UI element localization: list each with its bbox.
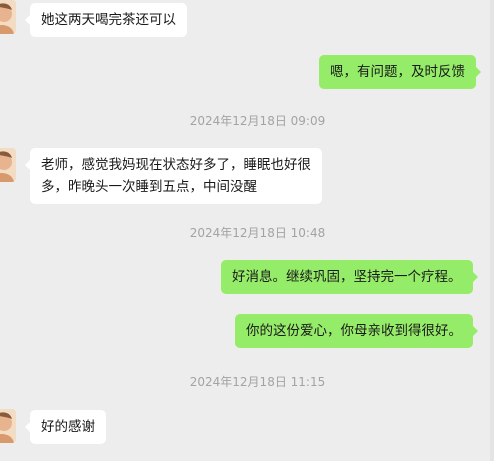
message-bubble-incoming[interactable]: 她这两天喝完茶还可以 <box>25 3 187 37</box>
message-bubble-incoming[interactable]: 老师，感觉我妈现在状态好多了，睡眠也好很 多，昨晚头一次睡到五点，中间没醒 <box>25 148 322 204</box>
timestamp: 2024年12月18日 11:15 <box>189 375 326 389</box>
contact-avatar-icon[interactable] <box>0 148 16 182</box>
message-text: 好的感谢 <box>41 419 95 435</box>
chat-history: 她这两天喝完茶还可以 嗯，有问题，及时反馈 2024年12月18日 09:09 … <box>0 0 494 461</box>
message-text-line-2: 多，昨晚头一次睡到五点，中间没醒 <box>41 179 257 195</box>
scrollbar[interactable] <box>490 0 494 461</box>
contact-avatar-icon[interactable] <box>0 409 16 443</box>
message-text: 你的这份爱心，你母亲收到得很好。 <box>246 323 462 339</box>
message-text: 嗯，有问题，及时反馈 <box>330 64 465 80</box>
message-bubble-incoming[interactable]: 好的感谢 <box>25 410 106 444</box>
message-text: 她这两天喝完茶还可以 <box>41 12 176 28</box>
message-text: 好消息。继续巩固，坚持完一个疗程。 <box>232 269 462 285</box>
message-bubble-outgoing[interactable]: 嗯，有问题，及时反馈 <box>319 55 481 89</box>
contact-avatar-icon[interactable] <box>0 0 16 34</box>
timestamp: 2024年12月18日 09:09 <box>189 114 326 128</box>
timestamp: 2024年12月18日 10:48 <box>189 226 326 240</box>
message-text-line-1: 老师，感觉我妈现在状态好多了，睡眠也好很 <box>41 157 311 173</box>
message-bubble-outgoing[interactable]: 你的这份爱心，你母亲收到得很好。 <box>235 314 478 348</box>
message-bubble-outgoing[interactable]: 好消息。继续巩固，坚持完一个疗程。 <box>221 260 477 294</box>
